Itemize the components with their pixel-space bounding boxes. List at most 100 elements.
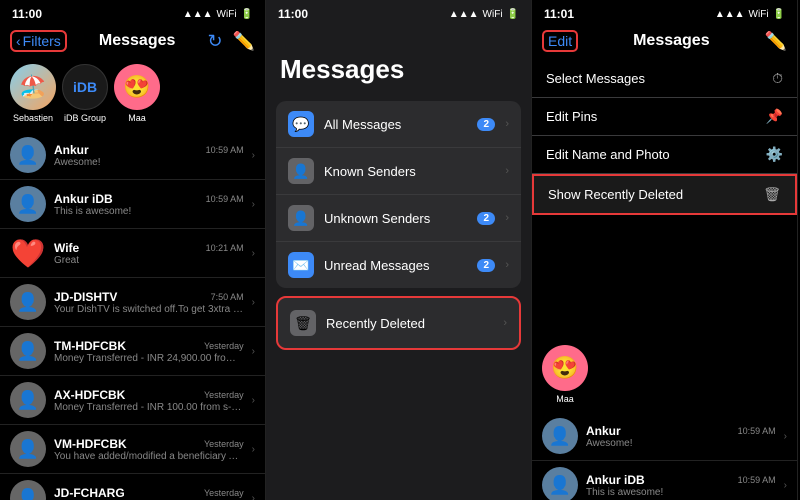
chevron-icon: › xyxy=(252,395,255,406)
menu-item-unknown-senders[interactable]: 👤 Unknown Senders 2 › xyxy=(276,195,521,242)
panel3-title: Messages xyxy=(633,32,710,50)
avatar-ax-hdfcbk: 👤 xyxy=(10,382,46,418)
compose-icon[interactable]: ✏️ xyxy=(765,31,787,52)
avatar-wife: ❤️ xyxy=(10,235,46,271)
avatar-maa[interactable]: 😍 Maa xyxy=(114,64,160,123)
nav-actions-1: ↻ ✏️ xyxy=(207,31,255,52)
msg-item-jd-fcharg[interactable]: 👤 JD-FCHARGYesterday Hi Ankur, Rs.1000.0… xyxy=(0,474,265,500)
all-messages-badge: 2 xyxy=(477,118,495,131)
trash-icon: 🗑 xyxy=(290,310,316,336)
menu-item-unread-messages[interactable]: ✉️ Unread Messages 2 › xyxy=(276,242,521,288)
avatar-ankur-p3: 👤 xyxy=(542,418,578,454)
chevron-icon: › xyxy=(784,431,787,442)
msg-content-ankur-idb: Ankur iDB10:59 AM This is awesome! xyxy=(54,192,244,217)
status-icons-3: ▲▲▲ WiFi 🔋 xyxy=(715,9,785,20)
status-time-1: 11:00 xyxy=(12,7,42,21)
edit-item-edit-name-photo[interactable]: Edit Name and Photo ⚙️ xyxy=(532,136,797,174)
unknown-senders-icon: 👤 xyxy=(288,205,314,231)
unknown-senders-badge: 2 xyxy=(477,212,495,225)
filters-label: Filters xyxy=(23,33,61,49)
avatar-vm-hdfcbk: 👤 xyxy=(10,431,46,467)
status-bar-1: 11:00 ▲▲▲ WiFi 🔋 xyxy=(0,0,265,24)
message-list-1: 👤 Ankur10:59 AM Awesome! › 👤 Ankur iDB10… xyxy=(0,131,265,500)
avatar-idb[interactable]: iDB iDB Group xyxy=(62,64,108,123)
msg-item-ankur-idb-p3[interactable]: 👤 Ankur iDB10:59 AM This is awesome! › xyxy=(532,461,797,500)
avatar-row-1: 🏖️ Sebastien iDB iDB Group 😍 Maa xyxy=(0,60,265,131)
avatar-sebastien[interactable]: 🏖️ Sebastien xyxy=(10,64,56,123)
known-senders-icon: 👤 xyxy=(288,158,314,184)
compose-icon[interactable]: ✏️ xyxy=(233,31,255,52)
msg-content-ankur: Ankur10:59 AM Awesome! xyxy=(54,143,244,168)
msg-item-ankur-idb[interactable]: 👤 Ankur iDB10:59 AM This is awesome! › xyxy=(0,180,265,229)
panel-2: 11:00 ▲▲▲ WiFi 🔋 Messages 💬 All Messages… xyxy=(266,0,532,500)
edit-pins-label: Edit Pins xyxy=(546,109,758,124)
messages-menu-section: 💬 All Messages 2 › 👤 Known Senders › 👤 U… xyxy=(276,101,521,288)
chevron-icon: › xyxy=(505,118,509,130)
avatar-row-3: 😍 Maa xyxy=(532,215,797,412)
unread-messages-icon: ✉️ xyxy=(288,252,314,278)
settings-icon: ⚙️ xyxy=(766,146,783,163)
nav-actions-3: ✏️ xyxy=(765,31,787,52)
chevron-icon: › xyxy=(252,199,255,210)
avatar-ankur-idb-p3: 👤 xyxy=(542,467,578,500)
avatar-maa-p3[interactable]: 😍 Maa xyxy=(542,345,588,404)
chevron-icon: › xyxy=(252,248,255,259)
message-list-3: 👤 Ankur10:59 AM Awesome! › 👤 Ankur iDB10… xyxy=(532,412,797,500)
filters-back-button[interactable]: ‹ Filters xyxy=(10,30,67,52)
wifi-icon: WiFi xyxy=(749,9,769,20)
msg-content-ax-hdfcbk: AX-HDFCBKYesterday Money Transferred - I… xyxy=(54,388,244,413)
menu-item-known-senders[interactable]: 👤 Known Senders › xyxy=(276,148,521,195)
avatar-jd-fcharg: 👤 xyxy=(10,480,46,500)
signal-icon: ▲▲▲ xyxy=(183,9,213,20)
pin-icon: 📌 xyxy=(766,108,783,125)
msg-item-ankur-p3[interactable]: 👤 Ankur10:59 AM Awesome! › xyxy=(532,412,797,461)
chevron-icon: › xyxy=(252,297,255,308)
recently-deleted-label: Recently Deleted xyxy=(326,316,493,331)
msg-item-wife[interactable]: ❤️ Wife10:21 AM Great › xyxy=(0,229,265,278)
edit-button[interactable]: Edit xyxy=(542,30,578,52)
panel1-title: Messages xyxy=(99,32,176,50)
avatar-label-idb: iDB Group xyxy=(64,113,106,123)
battery-icon: 🔋 xyxy=(241,9,253,20)
avatar-circle-sebastien: 🏖️ xyxy=(10,64,56,110)
edit-item-edit-pins[interactable]: Edit Pins 📌 xyxy=(532,98,797,136)
recently-deleted-item[interactable]: 🗑 Recently Deleted › xyxy=(276,296,521,350)
msg-content-wife: Wife10:21 AM Great xyxy=(54,241,244,266)
avatar-ankur-idb: 👤 xyxy=(10,186,46,222)
unread-messages-label: Unread Messages xyxy=(324,258,467,273)
msg-content-ankur-idb-p3: Ankur iDB10:59 AM This is awesome! xyxy=(586,473,776,498)
status-bar-2: 11:00 ▲▲▲ WiFi 🔋 xyxy=(266,0,531,24)
avatar-label-maa-p3: Maa xyxy=(556,394,574,404)
unknown-senders-label: Unknown Senders xyxy=(324,211,467,226)
refresh-icon[interactable]: ↻ xyxy=(207,31,222,52)
wifi-icon: WiFi xyxy=(217,9,237,20)
edit-item-show-recently-deleted[interactable]: Show Recently Deleted 🗑 xyxy=(534,176,795,213)
msg-item-tm-hdfcbk[interactable]: 👤 TM-HDFCBKYesterday Money Transferred -… xyxy=(0,327,265,376)
status-icons-1: ▲▲▲ WiFi 🔋 xyxy=(183,9,253,20)
menu-item-all-messages[interactable]: 💬 All Messages 2 › xyxy=(276,101,521,148)
chevron-icon: › xyxy=(252,346,255,357)
chevron-icon: › xyxy=(252,493,255,500)
wifi-icon: WiFi xyxy=(483,9,503,20)
unread-messages-badge: 2 xyxy=(477,259,495,272)
msg-content-tm-hdfcbk: TM-HDFCBKYesterday Money Transferred - I… xyxy=(54,339,244,364)
msg-item-ankur[interactable]: 👤 Ankur10:59 AM Awesome! › xyxy=(0,131,265,180)
trash-icon: 🗑 xyxy=(763,186,781,203)
avatar-circle-idb: iDB xyxy=(62,64,108,110)
select-messages-label: Select Messages xyxy=(546,71,764,86)
chevron-icon: › xyxy=(252,444,255,455)
status-icons-2: ▲▲▲ WiFi 🔋 xyxy=(449,9,519,20)
msg-item-ax-hdfcbk[interactable]: 👤 AX-HDFCBKYesterday Money Transferred -… xyxy=(0,376,265,425)
msg-content-jd-dishtv: JD-DISHTV7:50 AM Your DishTV is switched… xyxy=(54,290,244,315)
edit-item-select-messages[interactable]: Select Messages ⏱ xyxy=(532,60,797,98)
status-bar-3: 11:01 ▲▲▲ WiFi 🔋 xyxy=(532,0,797,24)
chevron-icon: › xyxy=(505,259,509,271)
msg-item-vm-hdfcbk[interactable]: 👤 VM-HDFCBKYesterday You have added/modi… xyxy=(0,425,265,474)
edit-dropdown: Select Messages ⏱ Edit Pins 📌 Edit Name … xyxy=(532,60,797,215)
back-chevron-icon: ‹ xyxy=(16,33,21,49)
nav-bar-3: Edit Messages ✏️ xyxy=(532,24,797,60)
msg-item-jd-dishtv[interactable]: 👤 JD-DISHTV7:50 AM Your DishTV is switch… xyxy=(0,278,265,327)
msg-content-vm-hdfcbk: VM-HDFCBKYesterday You have added/modifi… xyxy=(54,437,244,462)
edit-name-photo-label: Edit Name and Photo xyxy=(546,147,758,162)
status-time-2: 11:00 xyxy=(278,7,308,21)
